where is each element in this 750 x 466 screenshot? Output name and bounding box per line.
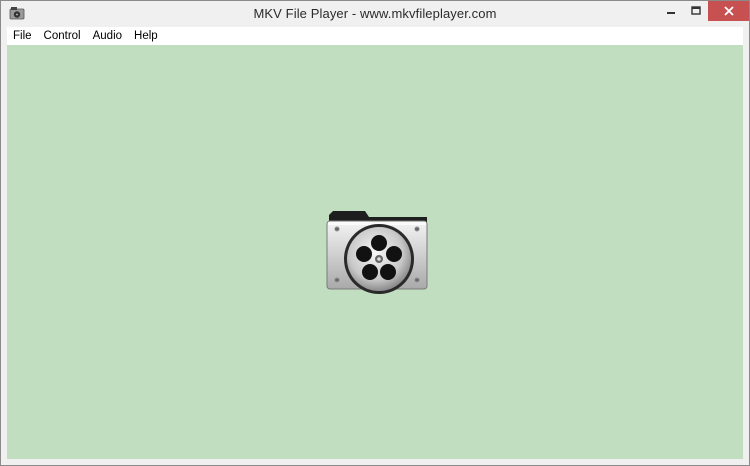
menu-control[interactable]: Control [38, 27, 87, 45]
maximize-icon [691, 6, 701, 15]
title-bar[interactable]: MKV File Player - www.mkvfileplayer.com [1, 1, 749, 27]
video-area[interactable] [7, 45, 743, 459]
window-title: MKV File Player - www.mkvfileplayer.com [253, 6, 497, 21]
close-icon [723, 6, 734, 16]
menu-file[interactable]: File [7, 27, 38, 45]
menu-bar: File Control Audio Help [7, 27, 743, 45]
app-window: MKV File Player - www.mkvfileplayer.com … [0, 0, 750, 466]
video-folder-icon [323, 209, 431, 297]
minimize-icon [667, 12, 675, 14]
menu-help[interactable]: Help [128, 27, 164, 45]
maximize-button[interactable] [684, 1, 708, 21]
minimize-button[interactable] [658, 1, 684, 21]
close-button[interactable] [708, 1, 749, 21]
menu-audio[interactable]: Audio [87, 27, 128, 45]
